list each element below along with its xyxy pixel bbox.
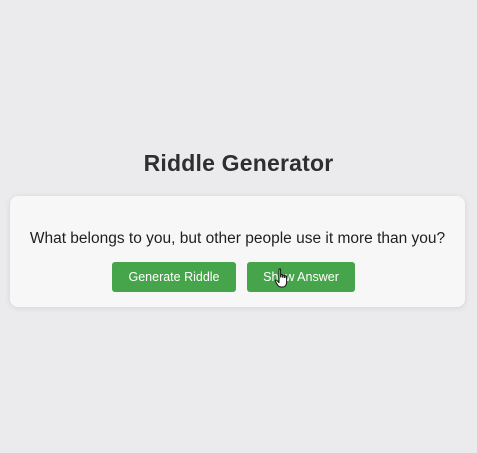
riddle-card: What belongs to you, but other people us… — [10, 196, 465, 307]
page: Riddle Generator What belongs to you, bu… — [0, 0, 477, 453]
generate-riddle-button[interactable]: Generate Riddle — [112, 262, 236, 292]
show-answer-button[interactable]: Show Answer — [247, 262, 355, 292]
page-title: Riddle Generator — [143, 150, 334, 176]
riddle-question: What belongs to you, but other people us… — [29, 230, 446, 247]
